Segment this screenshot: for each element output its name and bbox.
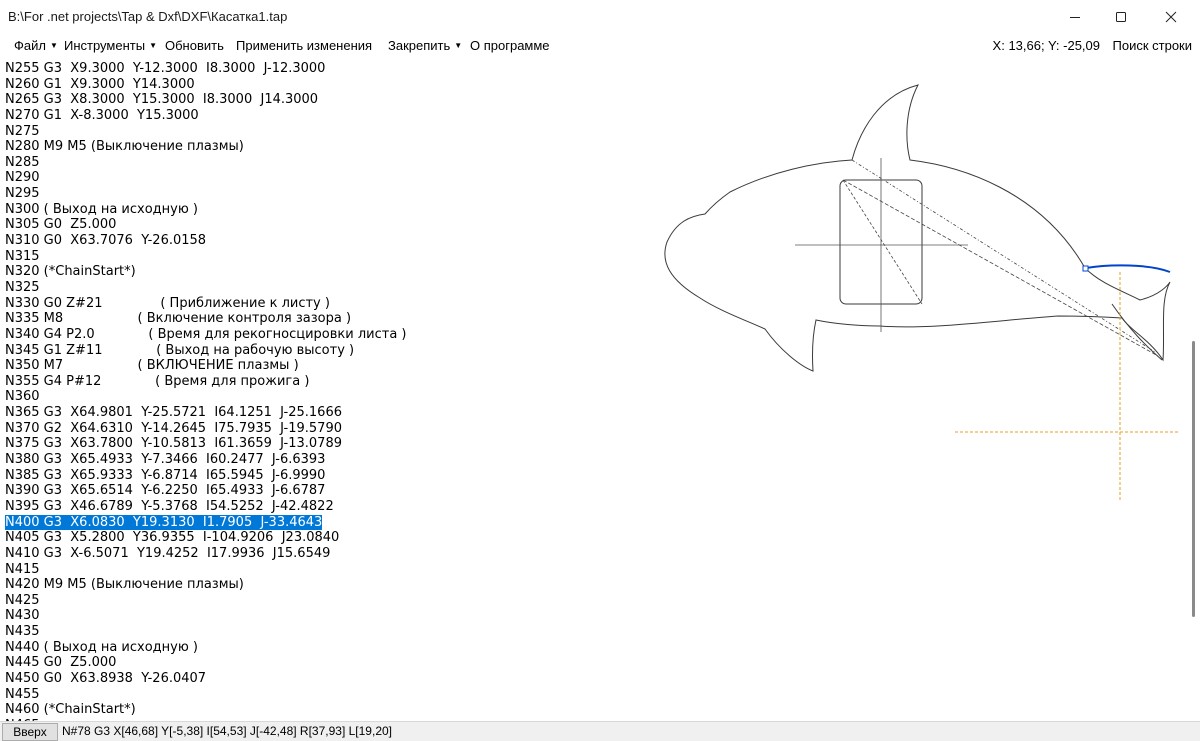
code-line[interactable]: N260 G1 X9.3000 Y14.3000: [5, 77, 407, 93]
code-line[interactable]: N410 G3 X-6.5071 Y19.4252 I17.9936 J15.6…: [5, 546, 407, 562]
code-line[interactable]: N405 G3 X5.2800 Y36.9355 I-104.9206 J23.…: [5, 530, 407, 546]
close-icon: [1165, 11, 1177, 22]
code-line[interactable]: N385 G3 X65.9333 Y-6.8714 I65.5945 J-6.9…: [5, 468, 407, 484]
code-line[interactable]: N360: [5, 389, 407, 405]
minimize-button[interactable]: [1052, 0, 1098, 33]
code-line[interactable]: N255 G3 X9.3000 Y-12.3000 I8.3000 J-12.3…: [5, 61, 407, 77]
code-line[interactable]: N340 G4 P2.0 ( Время для рекогносцировки…: [5, 327, 407, 343]
up-button[interactable]: Вверх: [2, 723, 58, 741]
code-line[interactable]: N450 G0 X63.8938 Y-26.0407: [5, 671, 407, 687]
code-line[interactable]: N425: [5, 593, 407, 609]
code-line[interactable]: N285: [5, 155, 407, 171]
code-line[interactable]: N365 G3 X64.9801 Y-25.5721 I64.1251 J-25…: [5, 405, 407, 421]
status-info: N#78 G3 X[46,68] Y[-5,38] I[54,53] J[-42…: [62, 724, 392, 738]
code-line[interactable]: N375 G3 X63.7800 Y-10.5813 I61.3659 J-13…: [5, 436, 407, 452]
code-line[interactable]: N380 G3 X65.4933 Y-7.3466 I60.2477 J-6.6…: [5, 452, 407, 468]
title-bar[interactable]: B:\For .net projects\Tap & Dxf\DXF\Касат…: [0, 0, 1200, 34]
code-line[interactable]: N415: [5, 562, 407, 578]
code-line[interactable]: N400 G3 X6.0830 Y19.3130 I1.7905 J-33.46…: [5, 514, 407, 531]
code-line[interactable]: N420 M9 M5 (Выключение плазмы): [5, 577, 407, 593]
code-line[interactable]: N390 G3 X65.6514 Y-6.2250 I65.4933 J-6.6…: [5, 483, 407, 499]
code-line[interactable]: N325: [5, 280, 407, 296]
cursor-coordinates: X: 13,66; Y: -25,09: [992, 38, 1100, 53]
menu-about[interactable]: О программе: [470, 38, 550, 53]
code-line[interactable]: N370 G2 X64.6310 Y-14.2645 I75.7935 J-19…: [5, 421, 407, 437]
rapid-move-line: [842, 179, 923, 305]
code-line[interactable]: N310 G0 X63.7076 Y-26.0158: [5, 233, 407, 249]
menu-refresh[interactable]: Обновить: [165, 38, 224, 53]
code-line[interactable]: N355 G4 P#12 ( Время для прожига ): [5, 374, 407, 390]
orca-outline: [664, 84, 1171, 372]
code-line[interactable]: N290: [5, 170, 407, 186]
code-line[interactable]: N445 G0 Z5.000: [5, 655, 407, 671]
rapid-move-line: [842, 179, 1159, 357]
code-line[interactable]: N395 G3 X46.6789 Y-5.3768 I54.5252 J-42.…: [5, 499, 407, 515]
search-line-button[interactable]: Поиск строки: [1113, 38, 1193, 53]
dropdown-arrow-icon: ▼: [454, 41, 463, 50]
maximize-button[interactable]: [1098, 0, 1144, 33]
app-window: B:\For .net projects\Tap & Dxf\DXF\Касат…: [0, 0, 1200, 741]
code-line[interactable]: N305 G0 Z5.000: [5, 217, 407, 233]
code-line[interactable]: N335 M8 ( Включение контроля зазора ): [5, 311, 407, 327]
close-button[interactable]: [1148, 0, 1194, 33]
dropdown-arrow-icon: ▼: [49, 41, 58, 50]
selected-arc: [1085, 264, 1171, 273]
code-line[interactable]: N280 M9 M5 (Выключение плазмы): [5, 139, 407, 155]
maximize-icon: [1116, 11, 1126, 22]
code-line[interactable]: N430: [5, 608, 407, 624]
code-line[interactable]: N455: [5, 687, 407, 703]
code-line[interactable]: N435: [5, 624, 407, 640]
status-bar: Вверх N#78 G3 X[46,68] Y[-5,38] I[54,53]…: [0, 721, 1200, 741]
window-title: B:\For .net projects\Tap & Dxf\DXF\Касат…: [8, 9, 288, 24]
toolpath-preview[interactable]: [660, 70, 1180, 510]
code-line[interactable]: N300 ( Выход на исходную ): [5, 202, 407, 218]
menu-apply-changes[interactable]: Применить изменения: [236, 38, 372, 53]
code-line[interactable]: N460 (*ChainStart*): [5, 702, 407, 718]
code-line[interactable]: N320 (*ChainStart*): [5, 264, 407, 280]
code-lines: N255 G3 X9.3000 Y-12.3000 I8.3000 J-12.3…: [5, 61, 407, 721]
code-line[interactable]: N345 G1 Z#11 ( Выход на рабочую высоту ): [5, 343, 407, 359]
code-line[interactable]: N350 M7 ( ВКЛЮЧЕНИЕ плазмы ): [5, 358, 407, 374]
code-line[interactable]: N275: [5, 124, 407, 140]
menu-file[interactable]: Файл ▼: [14, 38, 58, 53]
code-line[interactable]: N270 G1 X-8.3000 Y15.3000: [5, 108, 407, 124]
menu-pin[interactable]: Закрепить ▼: [388, 38, 462, 53]
code-line[interactable]: N295: [5, 186, 407, 202]
vertical-scrollbar[interactable]: [1186, 58, 1200, 721]
arc-start-marker: [1082, 265, 1089, 272]
code-line[interactable]: N440 ( Выход на исходную ): [5, 640, 407, 656]
code-line[interactable]: N265 G3 X8.3000 Y15.3000 I8.3000 J14.300…: [5, 92, 407, 108]
menu-bar: Файл ▼ Инструменты ▼ Обновить Применить из…: [0, 34, 1200, 58]
dropdown-arrow-icon: ▼: [149, 41, 157, 50]
menu-tools[interactable]: Инструменты ▼: [64, 38, 157, 53]
minimize-icon: [1070, 16, 1080, 18]
code-line[interactable]: N315: [5, 249, 407, 265]
scrollbar-thumb[interactable]: [1192, 341, 1195, 617]
code-line[interactable]: N330 G0 Z#21 ( Приближение к листу ): [5, 296, 407, 312]
